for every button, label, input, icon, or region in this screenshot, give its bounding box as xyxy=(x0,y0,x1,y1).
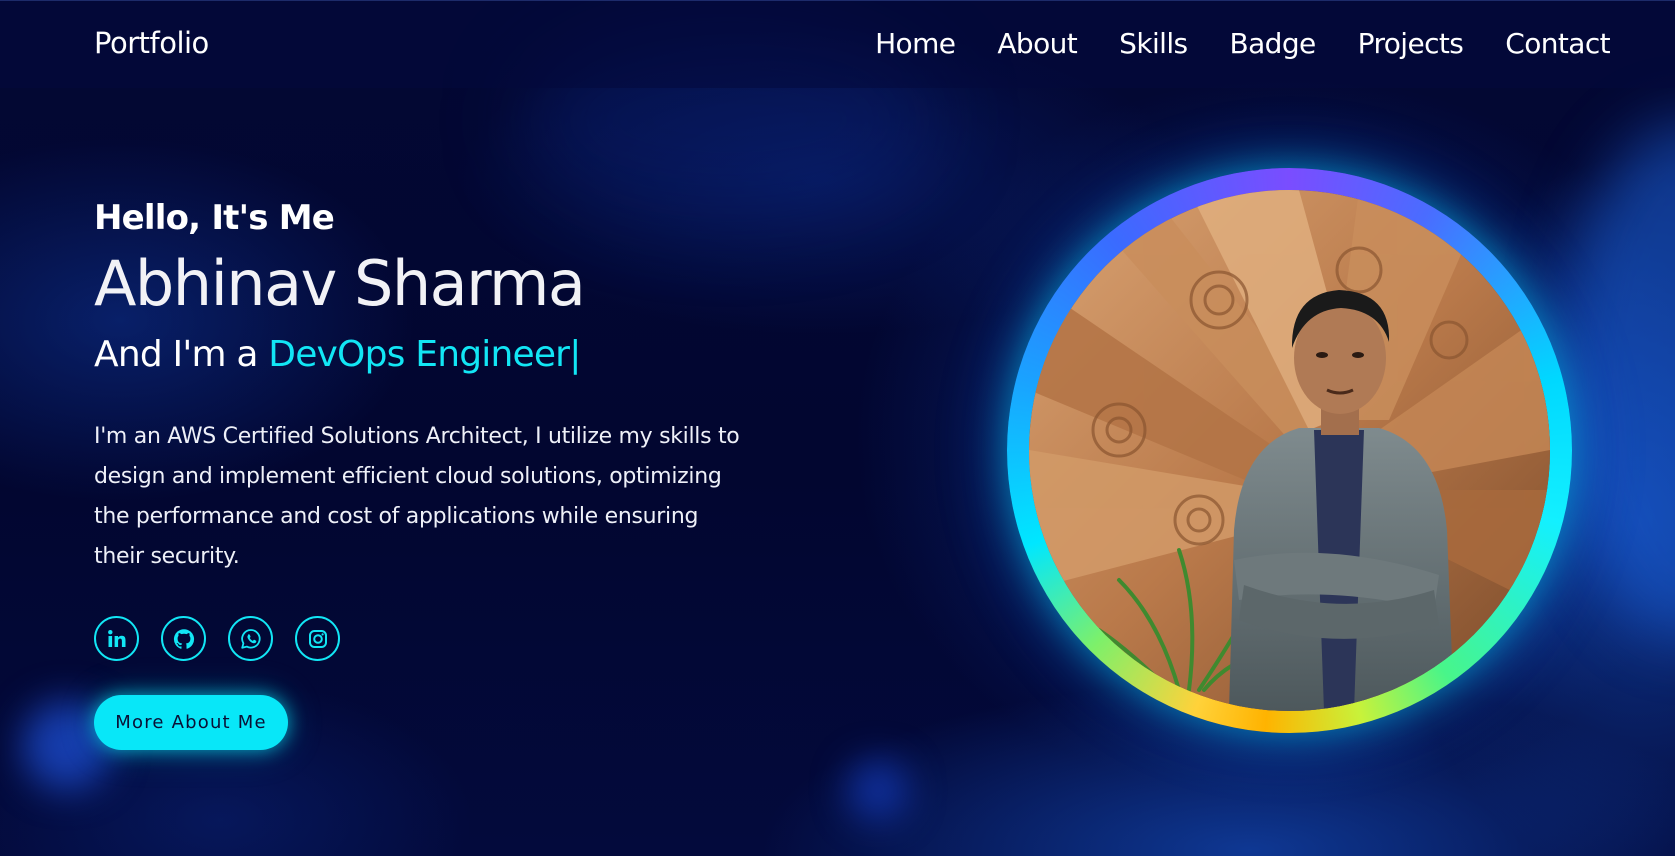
nav-contact-link[interactable]: Contact xyxy=(1505,27,1610,60)
hero-greeting: Hello, It's Me xyxy=(94,198,335,238)
social-links xyxy=(94,616,340,661)
linkedin-icon xyxy=(107,629,125,647)
hero-role: And I'm a DevOps Engineer| xyxy=(94,331,774,379)
profile-photo xyxy=(1029,190,1550,711)
nav-home-link[interactable]: Home xyxy=(875,27,956,60)
bg-blob xyxy=(848,760,908,820)
nav-badge-link[interactable]: Badge xyxy=(1230,27,1317,60)
role-prefix: And I'm a xyxy=(94,334,269,375)
whatsapp-icon xyxy=(240,628,261,649)
top-navbar: Portfolio Home About Skills Badge Projec… xyxy=(0,0,1675,88)
hero-bio: I'm an AWS Certified Solutions Architect… xyxy=(94,424,740,569)
role-highlight: DevOps Engineer xyxy=(268,334,570,375)
whatsapp-link[interactable] xyxy=(228,616,273,661)
github-icon xyxy=(173,628,194,649)
hero-name: Abhinav Sharma xyxy=(94,247,586,320)
hero-intro: Hello, It's Me Abhinav Sharma And I'm a … xyxy=(94,195,774,577)
instagram-icon xyxy=(308,629,327,648)
github-link[interactable] xyxy=(161,616,206,661)
nav-projects-link[interactable]: Projects xyxy=(1358,27,1464,60)
site-logo[interactable]: Portfolio xyxy=(94,26,209,60)
linkedin-link[interactable] xyxy=(94,616,139,661)
main-nav: Home About Skills Badge Projects Contact xyxy=(875,27,1611,60)
profile-photo-illustration xyxy=(1029,190,1550,711)
nav-about-link[interactable]: About xyxy=(997,27,1077,60)
nav-skills-link[interactable]: Skills xyxy=(1119,27,1188,60)
more-about-me-button[interactable]: More About Me xyxy=(94,695,288,750)
typing-cursor: | xyxy=(569,334,581,375)
instagram-link[interactable] xyxy=(295,616,340,661)
